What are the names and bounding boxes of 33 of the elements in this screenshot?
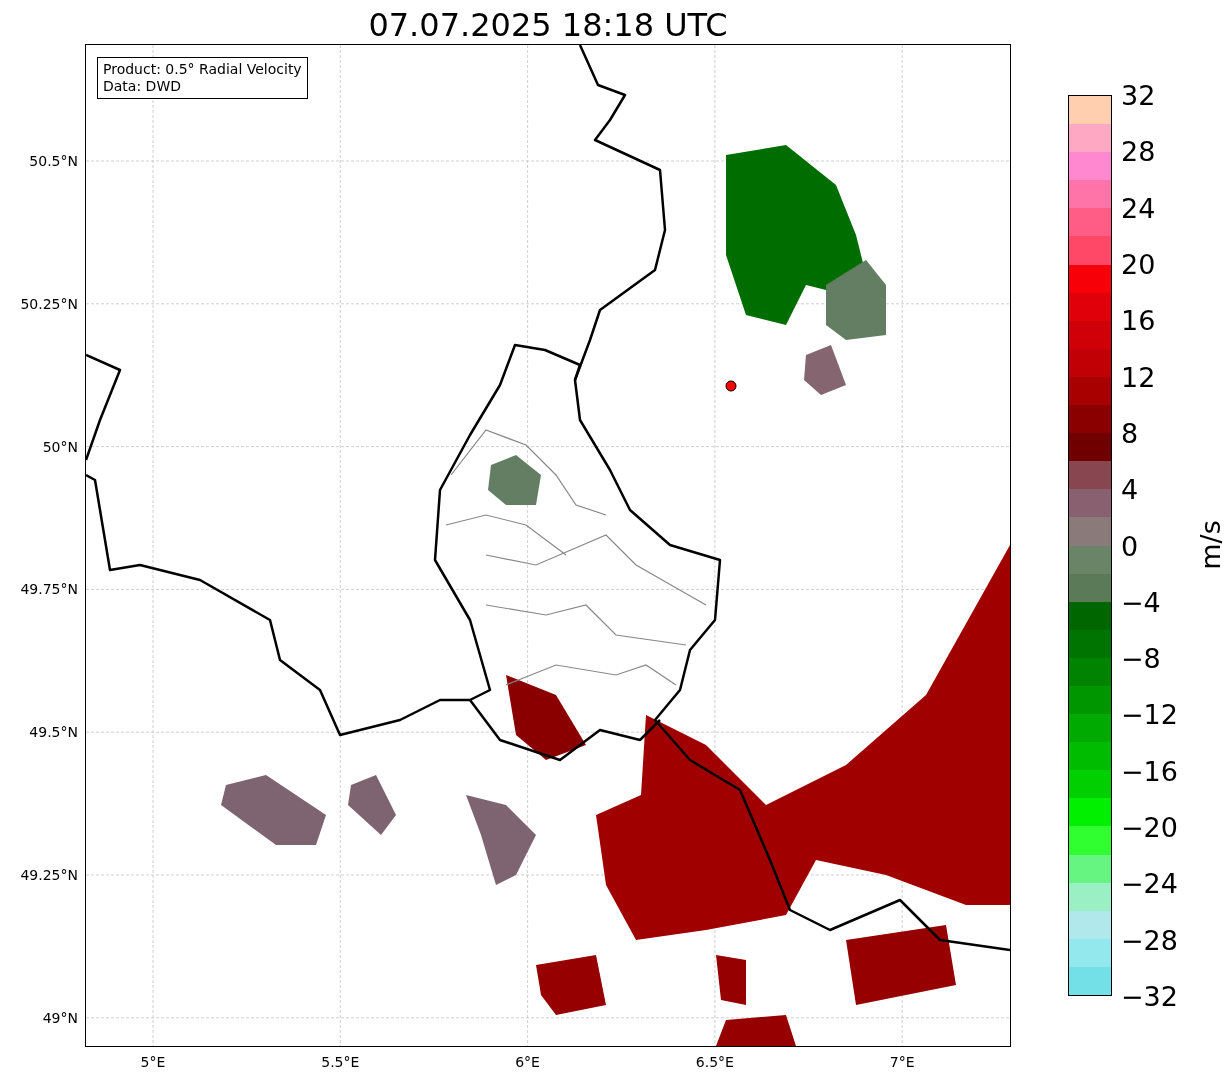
chart-title: 07.07.2025 18:18 UTC [367, 4, 729, 45]
latitude-label: 50.25°N [20, 295, 78, 312]
colorbar-label: 8 [1121, 419, 1139, 447]
colorbar-label: 28 [1121, 137, 1156, 165]
colorbar-label: −28 [1121, 926, 1178, 954]
longitude-label: 5.5°E [321, 1054, 360, 1070]
longitude-label: 6.5°E [695, 1054, 734, 1070]
latitude-label: 50°N [42, 438, 78, 455]
colorbar-label: −32 [1121, 982, 1178, 1010]
colorbar-label: 12 [1121, 363, 1156, 391]
colorbar-label: 4 [1121, 475, 1139, 503]
legend-text: Data: DWD [103, 78, 182, 95]
legend-text: Product: 0.5° Radial Velocity [103, 61, 302, 78]
colorbar-label: 32 [1121, 81, 1156, 109]
latitude-label: 49.75°N [20, 581, 78, 598]
latitude-label: 49.25°N [20, 867, 78, 883]
colorbar-label: −8 [1121, 644, 1161, 672]
longitude-label: 6°E [515, 1054, 540, 1070]
latitude-label: 50.5°N [29, 153, 78, 169]
colorbar-label: 20 [1121, 250, 1156, 278]
colorbar-label: −4 [1121, 588, 1161, 616]
colorbar-label: −24 [1121, 869, 1178, 897]
colorbar-label: 0 [1121, 532, 1139, 559]
colorbar-label: −20 [1121, 813, 1178, 841]
longitude-label: 5°E [140, 1054, 166, 1070]
colorbar-title: m/s [1195, 520, 1225, 570]
colorbar-label: −12 [1121, 700, 1178, 728]
latitude-label: 49°N [42, 1009, 78, 1026]
colorbar-label: 16 [1121, 306, 1156, 334]
colorbar-label: −16 [1121, 757, 1178, 785]
latitude-label: 49.5°N [29, 724, 78, 741]
colorbar-label: 24 [1121, 194, 1156, 222]
longitude-label: 7°E [889, 1054, 915, 1070]
